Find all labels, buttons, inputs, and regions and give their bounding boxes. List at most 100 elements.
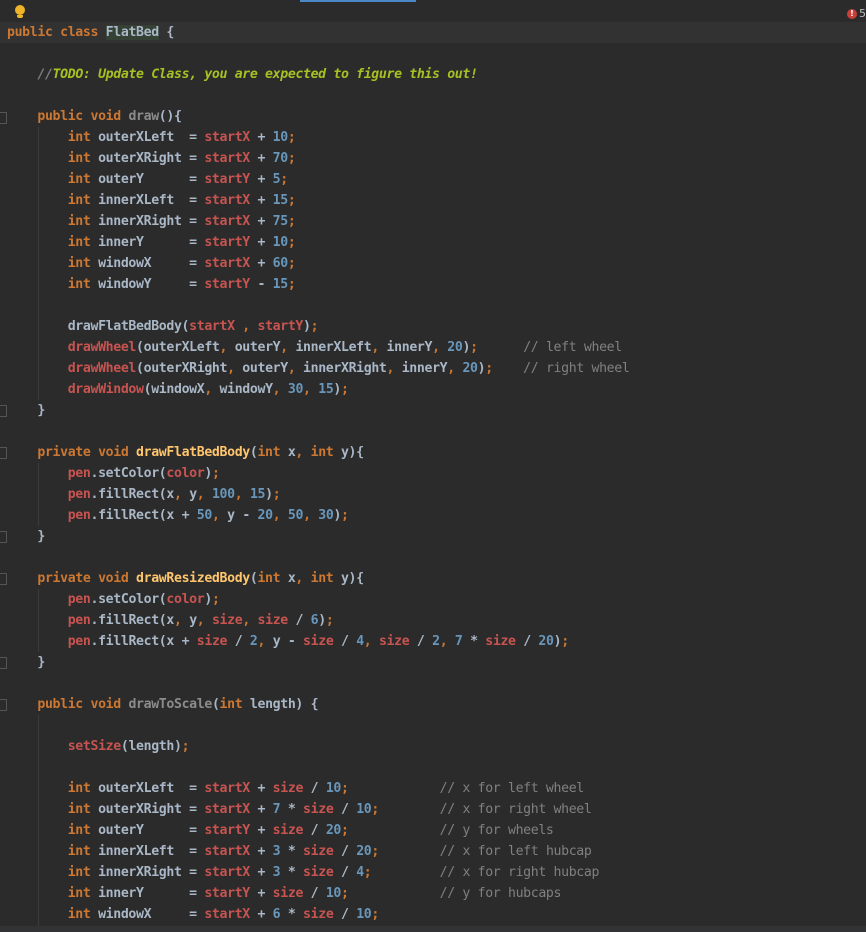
code-line[interactable]: private void drawFlatBedBody(int x, int …: [7, 442, 629, 463]
fold-marker-icon[interactable]: [0, 699, 7, 711]
punctuation: ,: [234, 319, 258, 334]
code-line[interactable]: }: [7, 652, 629, 673]
code-line[interactable]: pen.fillRect(x, y, 100, 15);: [7, 484, 629, 505]
code-line[interactable]: pen.fillRect(x + size / 2, y - size / 4,…: [7, 631, 629, 652]
code-line[interactable]: setSize(length);: [7, 736, 629, 757]
punctuation: ;: [371, 907, 379, 922]
code-line[interactable]: pen.setColor(color);: [7, 463, 629, 484]
identifier: /: [333, 634, 357, 649]
comment: // right wheel: [492, 361, 630, 376]
fold-marker-icon[interactable]: [0, 573, 7, 585]
identifier: +: [249, 172, 273, 187]
code-line[interactable]: int innerXRight = startX + 3 * size / 4;…: [7, 862, 629, 883]
code-line[interactable]: [7, 85, 629, 106]
identifier: drawFlatBedBody(: [7, 319, 190, 334]
punctuation: ;: [211, 466, 220, 481]
punctuation: ;: [371, 844, 379, 859]
punctuation: ;: [211, 592, 220, 607]
code-line[interactable]: int innerXLeft = startX + 3 * size / 20;…: [7, 841, 629, 862]
field-reference: size: [211, 613, 243, 628]
number-literal: 20: [257, 508, 274, 523]
code-line[interactable]: int outerXLeft = startX + 10;: [7, 127, 629, 148]
number-literal: 60: [272, 256, 289, 271]
identifier: ): [462, 340, 471, 355]
code-line[interactable]: [7, 673, 629, 694]
fold-marker-icon[interactable]: [0, 405, 7, 417]
code-line[interactable]: pen.fillRect(x + 50, y - 20, 50, 30);: [7, 505, 629, 526]
code-line[interactable]: int outerY = startY + 5;: [7, 169, 629, 190]
code-line[interactable]: }: [7, 400, 629, 421]
fold-marker-icon[interactable]: [0, 447, 7, 459]
identifier: innerXRight =: [98, 865, 205, 880]
punctuation: ,: [303, 508, 319, 523]
code-line[interactable]: public class FlatBed {: [7, 22, 629, 43]
code-line[interactable]: drawWheel(outerXRight, outerY, innerXRig…: [7, 358, 630, 379]
comment: // y for wheels: [348, 823, 554, 838]
code-line[interactable]: pen.setColor(color);: [7, 589, 629, 610]
code-line[interactable]: int outerXLeft = startX + size / 10; // …: [7, 778, 629, 799]
code-line[interactable]: [7, 421, 629, 442]
code-line[interactable]: pen.fillRect(x, y, size, size / 6);: [7, 610, 629, 631]
lightbulb-icon[interactable]: [14, 5, 26, 20]
code-line[interactable]: private void drawResizedBody(int x, int …: [7, 568, 629, 589]
error-circle-icon[interactable]: !: [847, 9, 857, 19]
identifier: [7, 172, 68, 187]
fold-marker-icon[interactable]: [0, 531, 7, 543]
comment: // x for left hubcap: [378, 844, 592, 859]
code-line[interactable]: int outerXRight = startX + 70;: [7, 148, 629, 169]
identifier: [7, 613, 68, 628]
identifier: }: [7, 403, 45, 418]
code-line[interactable]: int outerXRight = startX + 7 * size / 10…: [7, 799, 629, 820]
fold-marker-icon[interactable]: [0, 657, 7, 669]
identifier: /: [303, 886, 326, 901]
horizontal-scrollbar[interactable]: [0, 926, 866, 932]
keyword: int: [67, 844, 99, 859]
identifier: innerY =: [98, 886, 205, 901]
identifier: +: [249, 256, 273, 271]
code-line[interactable]: drawWindow(windowX, windowY, 30, 15);: [7, 379, 629, 400]
field-reference: size: [272, 823, 304, 838]
keyword: int: [67, 214, 99, 229]
code-line[interactable]: }: [7, 526, 629, 547]
punctuation: ;: [341, 508, 349, 523]
code-line[interactable]: int innerY = startY + 10;: [7, 232, 629, 253]
identifier: /: [303, 781, 326, 796]
code-line[interactable]: int outerY = startY + size / 20; // y fo…: [7, 820, 629, 841]
code-line[interactable]: [7, 715, 629, 736]
number-literal: 4: [356, 634, 364, 649]
identifier: [7, 445, 37, 460]
identifier: +: [249, 907, 273, 922]
identifier: +: [249, 886, 273, 901]
identifier: (windowX: [143, 382, 205, 397]
code-line[interactable]: int windowX = startX + 60;: [7, 253, 629, 274]
code-line[interactable]: //TODO: Update Class, you are expected t…: [7, 64, 629, 85]
identifier: outerY =: [98, 172, 205, 187]
code-line[interactable]: [7, 295, 629, 316]
code-line[interactable]: int innerY = startY + size / 10; // y fo…: [7, 883, 629, 904]
code-line[interactable]: [7, 43, 629, 64]
identifier: +: [249, 802, 273, 817]
error-count[interactable]: 5: [859, 7, 866, 20]
code-line[interactable]: public void drawToScale(int length) {: [7, 694, 629, 715]
code-line[interactable]: drawWheel(outerXLeft, outerY, innerXLeft…: [7, 337, 629, 358]
identifier: .fillRect(x: [90, 487, 175, 502]
code-line[interactable]: [7, 547, 629, 568]
code-line[interactable]: int windowX = startX + 6 * size / 10;: [7, 904, 629, 925]
code-line[interactable]: drawFlatBedBody(startX , startY);: [7, 316, 629, 337]
code-line[interactable]: int windowY = startY - 15;: [7, 274, 629, 295]
active-tab-indicator[interactable]: [300, 0, 416, 2]
fold-marker-icon[interactable]: [0, 112, 7, 124]
code-line[interactable]: int innerXLeft = startX + 15;: [7, 190, 629, 211]
identifier: [7, 277, 68, 292]
code-line[interactable]: int innerXRight = startX + 75;: [7, 211, 629, 232]
punctuation: ,: [272, 382, 288, 397]
code-line[interactable]: [7, 757, 629, 778]
field-reference: size: [272, 886, 304, 901]
identifier: [7, 865, 68, 880]
punctuation: ,: [447, 361, 463, 376]
punctuation: ;: [287, 277, 296, 292]
punctuation: ,: [272, 508, 288, 523]
code-line[interactable]: public void draw(){: [7, 106, 629, 127]
field-reference: pen: [67, 592, 91, 607]
code-editor[interactable]: public class FlatBed { //TODO: Update Cl…: [7, 22, 630, 925]
